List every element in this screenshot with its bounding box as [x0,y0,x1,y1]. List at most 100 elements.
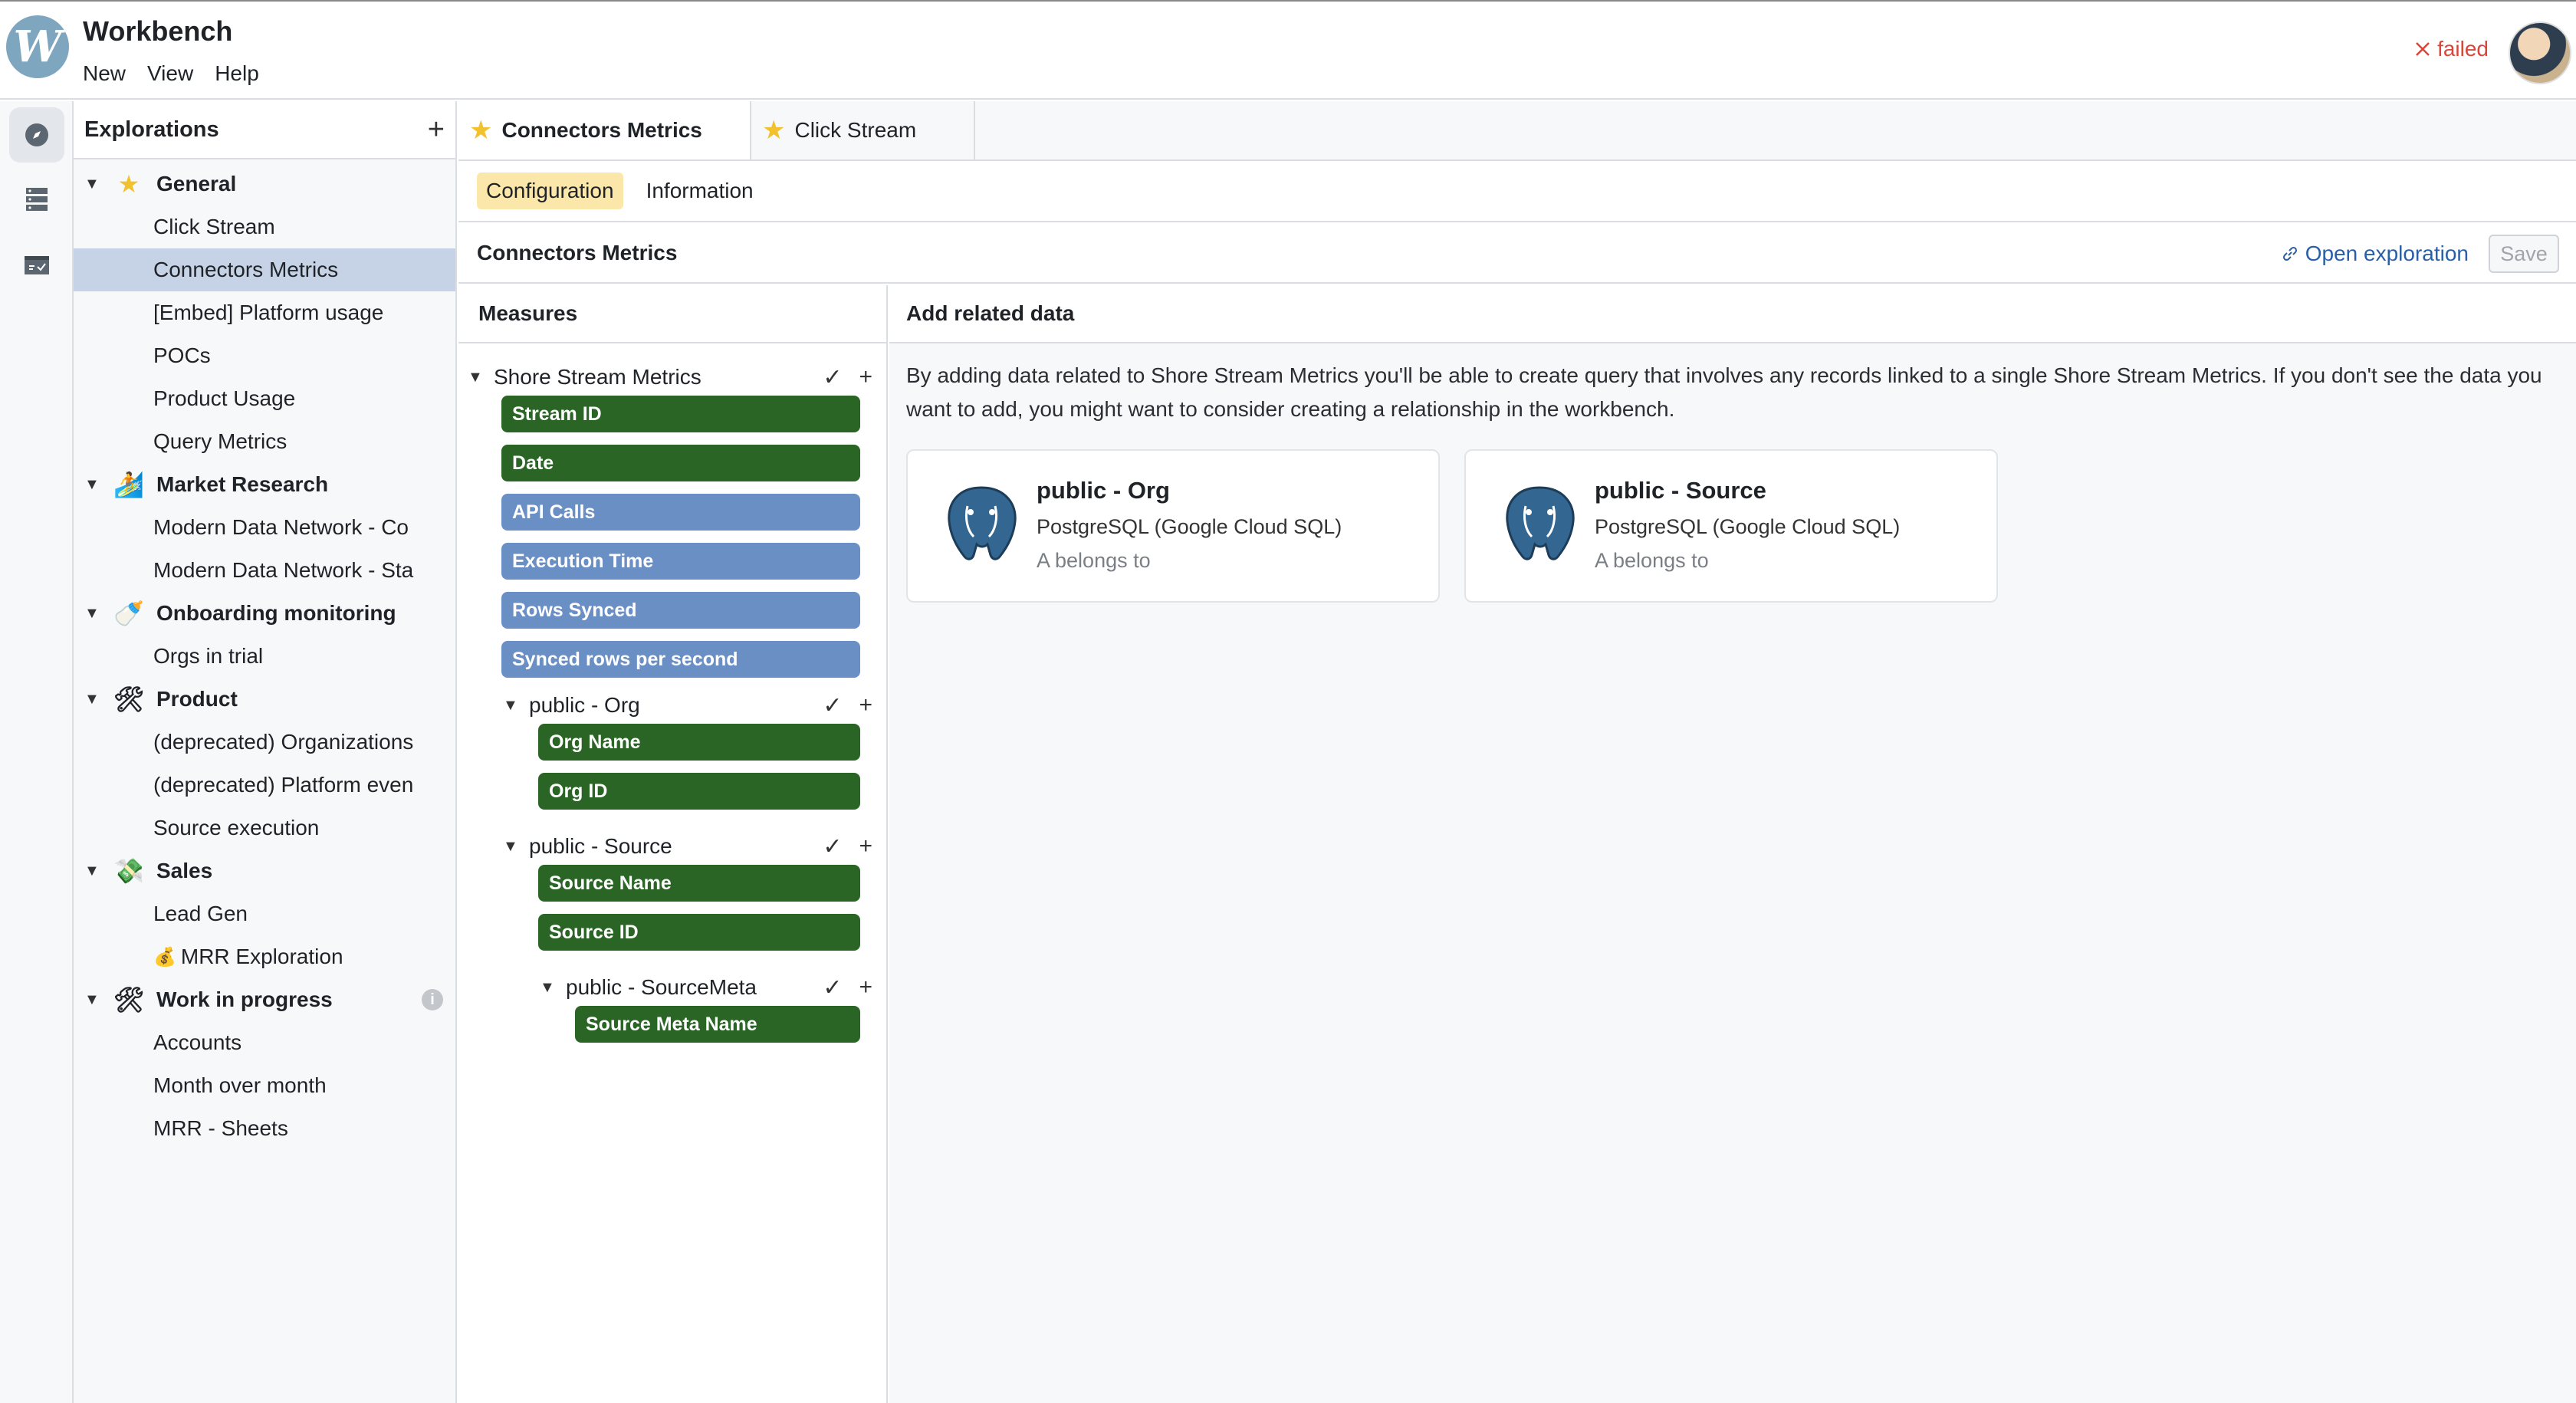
add-icon[interactable]: + [859,364,872,390]
field-execution-time[interactable]: Execution Time [501,543,860,580]
sidebar-item-lead-gen[interactable]: Lead Gen [74,892,455,935]
add-icon[interactable]: + [859,974,872,1001]
rail-explore-button[interactable] [9,107,64,163]
sidebar-item-mdn-co[interactable]: Modern Data Network - Co [74,506,455,549]
status-text: failed [2437,37,2489,61]
sidebar-item-month-over-month[interactable]: Month over month [74,1064,455,1107]
sidebar-item-deprecated-organizations[interactable]: (deprecated) Organizations [74,721,455,764]
chevron-down-icon[interactable]: ▼ [84,476,100,494]
add-icon[interactable]: + [859,833,872,859]
related-card-public-org[interactable]: public - Org PostgreSQL (Google Cloud SQ… [906,449,1440,603]
database-icon [26,188,48,211]
node-label: public - Source [529,834,672,858]
check-icon[interactable]: ✓ [823,692,842,719]
group-label: Onboarding monitoring [156,601,396,625]
sidebar-item-mdn-sta[interactable]: Modern Data Network - Sta [74,549,455,592]
user-avatar[interactable] [2509,21,2571,84]
sidebar-item-click-stream[interactable]: Click Stream [74,205,455,248]
tab-click-stream[interactable]: ★ Click Stream [751,101,975,159]
field-rows-synced[interactable]: Rows Synced [501,592,860,629]
sidebar-item-connectors-metrics[interactable]: Connectors Metrics [74,248,455,291]
top-bar: W Workbench New View Help failed [0,0,2576,100]
tab-label: Connectors Metrics [501,118,702,142]
tab-information[interactable]: Information [637,172,763,209]
card-relation: A belongs to [1595,549,1709,572]
menu-new[interactable]: New [83,61,126,86]
chevron-down-icon[interactable]: ▼ [84,605,100,623]
x-icon [2416,42,2430,56]
rail-schedule-button[interactable] [9,236,64,291]
exploration-tabs: ★ Connectors Metrics ★ Click Stream [458,101,2576,161]
money-wings-icon: 💸 [113,857,144,885]
menu-view[interactable]: View [147,61,193,86]
sidebar-item-mrr-sheets[interactable]: MRR - Sheets [74,1107,455,1150]
field-source-name[interactable]: Source Name [538,865,860,902]
group-market-research[interactable]: ▼ 🏄 Market Research [74,463,455,506]
chevron-down-icon[interactable]: ▼ [540,979,566,997]
tree-node-public-source[interactable]: ▼ public - Source ✓ + [503,826,872,866]
workbench-logo[interactable]: W [6,15,69,78]
save-button[interactable]: Save [2489,235,2559,273]
add-icon[interactable]: + [859,692,872,718]
tools-icon: 🛠 [113,685,145,713]
field-stream-id[interactable]: Stream ID [501,396,860,432]
add-exploration-button[interactable]: + [428,115,445,144]
tools-icon: 🛠 [113,986,145,1014]
field-org-id[interactable]: Org ID [538,773,860,810]
open-exploration-link[interactable]: Open exploration [2281,242,2469,266]
tree-node-public-sourcemeta[interactable]: ▼ public - SourceMeta ✓ + [540,968,872,1007]
group-onboarding-monitoring[interactable]: ▼ 🍼 Onboarding monitoring [74,592,455,635]
status-indicator[interactable]: failed [2414,37,2489,61]
surfer-icon: 🏄 [113,471,144,498]
chevron-down-icon[interactable]: ▼ [84,691,100,708]
rail-database-button[interactable] [9,172,64,227]
group-sales[interactable]: ▼ 💸 Sales [74,849,455,892]
sidebar-item-source-execution[interactable]: Source execution [74,807,455,849]
group-work-in-progress[interactable]: ▼ 🛠 Work in progress i [74,978,455,1021]
related-data-panel: Add related data By adding data related … [889,285,2576,1403]
tree-node-public-org[interactable]: ▼ public - Org ✓ + [503,685,872,725]
field-api-calls[interactable]: API Calls [501,494,860,531]
group-label: Work in progress [156,987,333,1011]
sidebar-item-query-metrics[interactable]: Query Metrics [74,420,455,463]
node-label: public - Org [529,693,640,717]
chevron-down-icon[interactable]: ▼ [84,863,100,880]
tree-node-shore-stream-metrics[interactable]: ▼ Shore Stream Metrics ✓ + [468,357,872,397]
chevron-down-icon[interactable]: ▼ [503,697,529,715]
sidebar-item-pocs[interactable]: POCs [74,334,455,377]
exploration-header: Connectors Metrics Open exploration Save [458,224,2576,284]
info-icon[interactable]: i [422,989,443,1010]
field-org-name[interactable]: Org Name [538,724,860,761]
field-source-id[interactable]: Source ID [538,914,860,951]
check-icon[interactable]: ✓ [823,974,842,1001]
group-label: General [156,172,237,196]
sidebar-item-mrr-exploration[interactable]: 💰 MRR Exploration [74,935,455,978]
calendar-check-icon [25,256,49,274]
field-synced-rows-per-second[interactable]: Synced rows per second [501,641,860,678]
tab-connectors-metrics[interactable]: ★ Connectors Metrics [458,101,751,159]
left-rail [0,101,74,1403]
chevron-down-icon[interactable]: ▼ [84,176,100,193]
postgresql-icon [948,486,1017,560]
sidebar-title: Explorations [84,117,219,142]
related-card-public-source[interactable]: public - Source PostgreSQL (Google Cloud… [1464,449,1998,603]
group-general[interactable]: ▼ ★ General [74,163,455,205]
tab-configuration[interactable]: Configuration [477,172,623,209]
sidebar-item-orgs-in-trial[interactable]: Orgs in trial [74,635,455,678]
card-source-type: PostgreSQL (Google Cloud SQL) [1595,515,1901,538]
group-product[interactable]: ▼ 🛠 Product [74,678,455,721]
sidebar-item-deprecated-platform-events[interactable]: (deprecated) Platform even [74,764,455,807]
check-icon[interactable]: ✓ [823,364,842,391]
check-icon[interactable]: ✓ [823,833,842,860]
chevron-down-icon[interactable]: ▼ [84,991,100,1009]
chevron-down-icon[interactable]: ▼ [503,838,529,856]
field-source-meta-name[interactable]: Source Meta Name [575,1006,860,1043]
chevron-down-icon[interactable]: ▼ [468,369,494,386]
sidebar-item-product-usage[interactable]: Product Usage [74,377,455,420]
sidebar-item-accounts[interactable]: Accounts [74,1021,455,1064]
sidebar-item-embed-platform-usage[interactable]: [Embed] Platform usage [74,291,455,334]
related-title: Add related data [889,285,2576,343]
group-label: Product [156,687,238,711]
field-date[interactable]: Date [501,445,860,481]
menu-help[interactable]: Help [215,61,259,86]
